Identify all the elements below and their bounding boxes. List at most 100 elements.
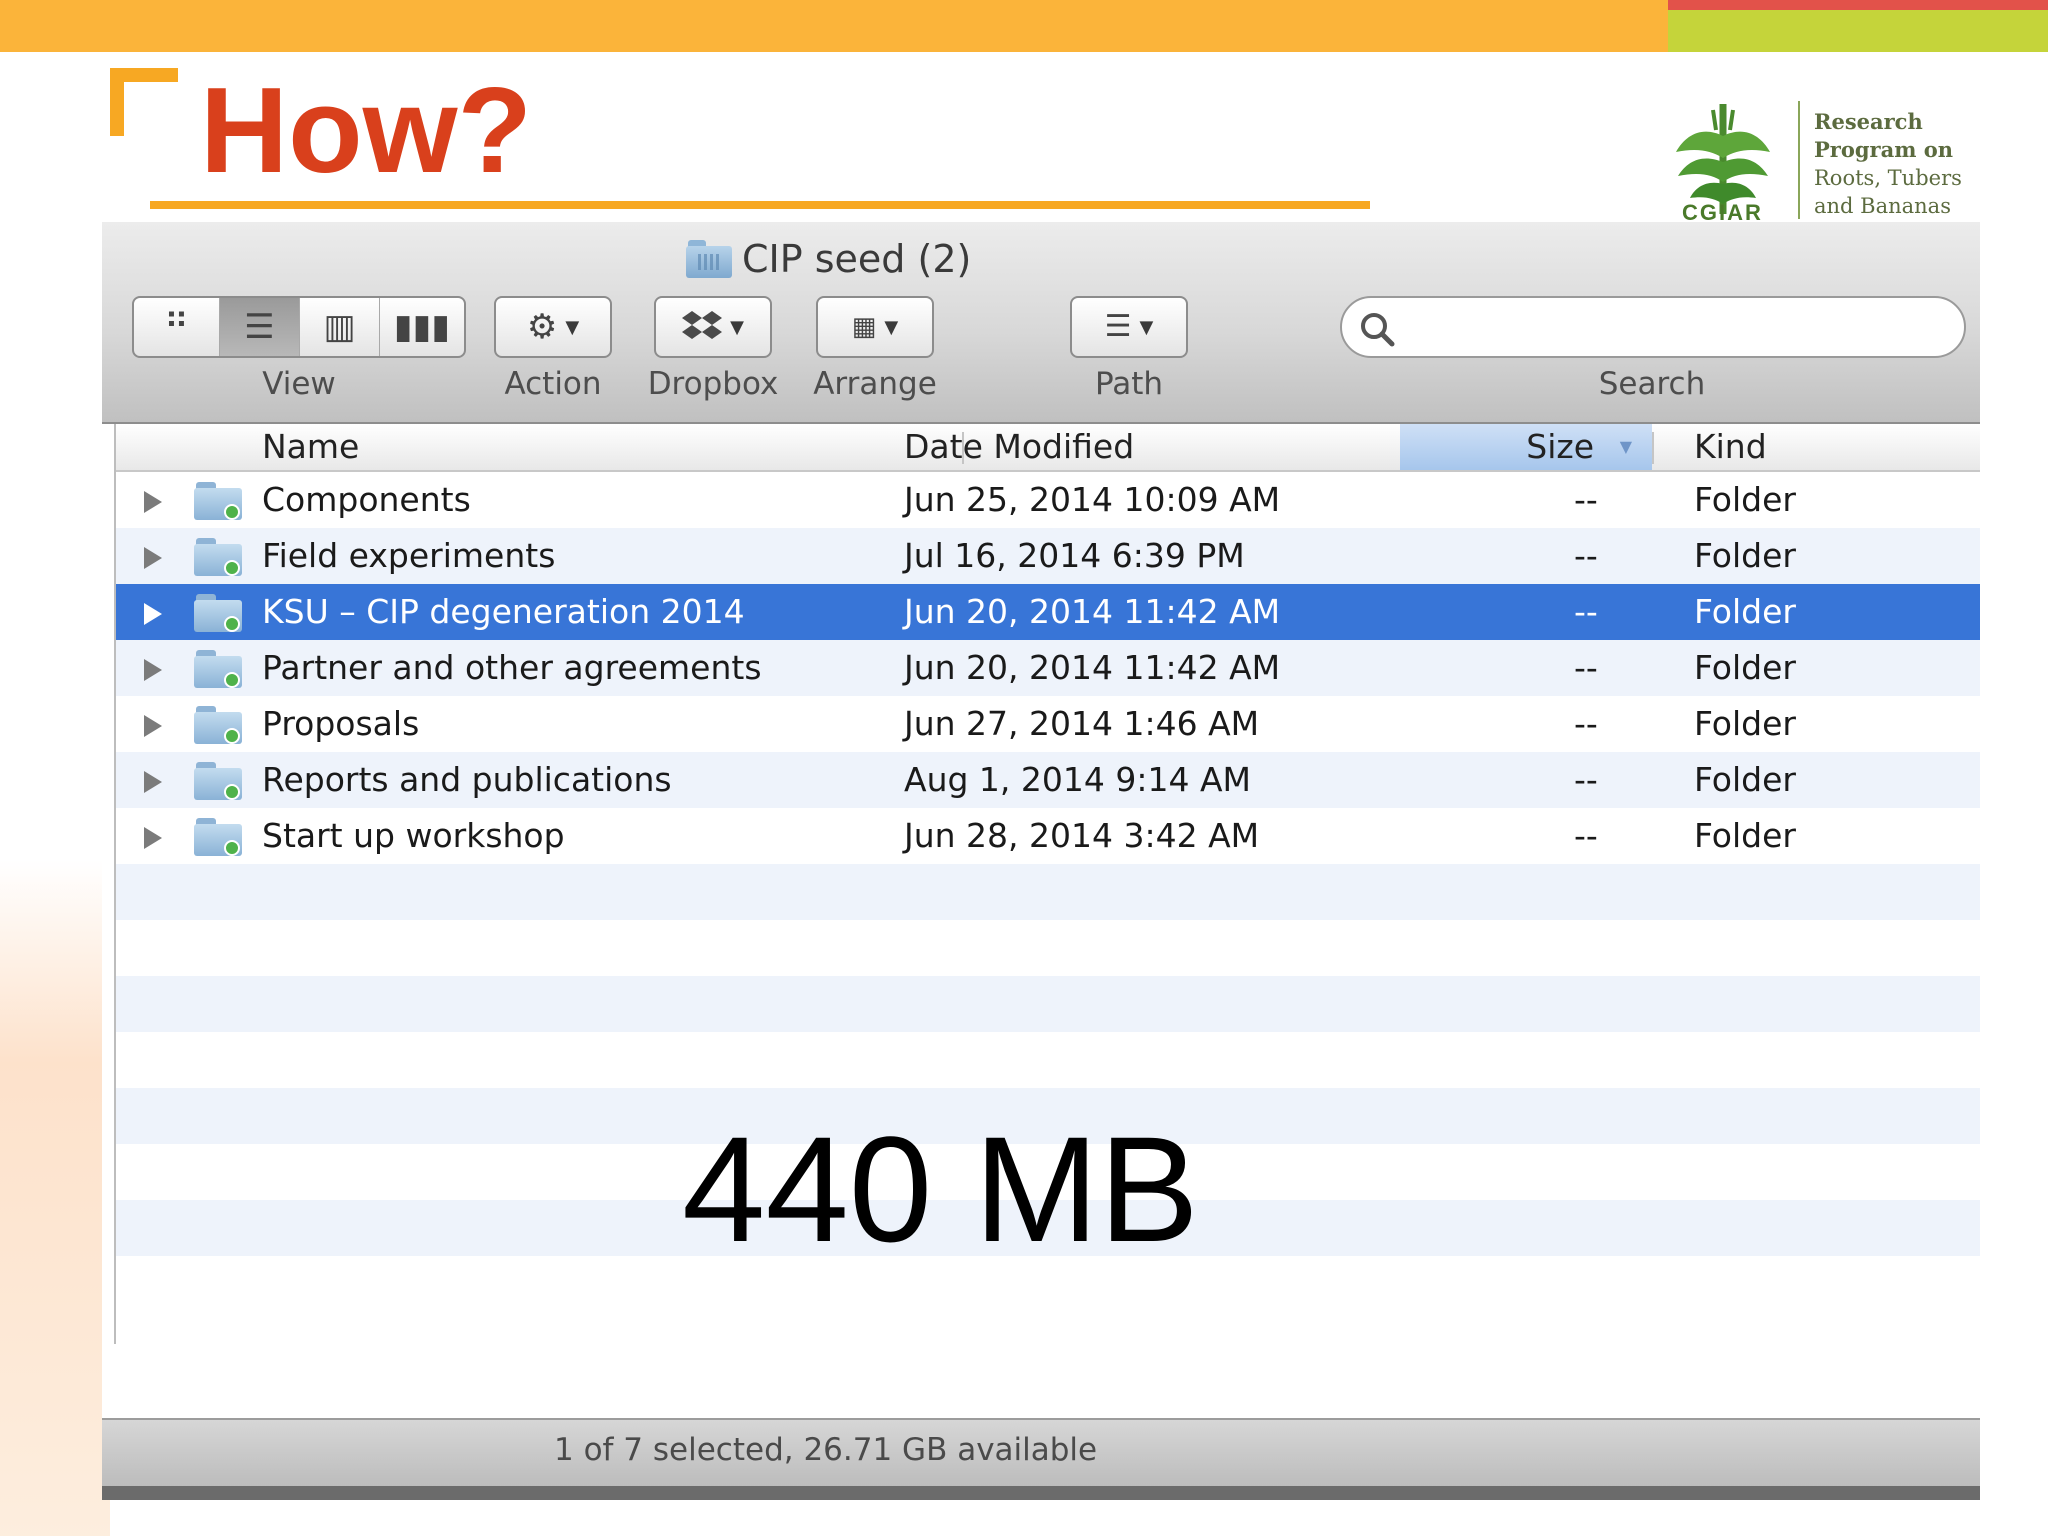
disclosure-triangle-icon[interactable] [144,659,162,681]
sync-check-icon [224,616,240,632]
item-date-modified: Jun 25, 2014 10:09 AM [904,480,1281,519]
item-kind: Folder [1694,704,1796,743]
column-separator [1652,432,1654,464]
folder-icon [194,538,242,576]
column-header-name[interactable]: Name [262,424,359,470]
list-item[interactable]: Partner and other agreements Jun 20, 2014… [116,640,1980,696]
list-item[interactable]: Proposals Jun 27, 2014 1:46 AM -- Folder [116,696,1980,752]
disclosure-triangle-icon[interactable] [144,603,162,625]
finder-toolbar: CIP seed (2) ⠛ ☰ ▥ ▮▮▮ View ⚙ ▼ Action ▼… [102,222,1980,424]
list-header: Name Date Modified Size ▼ Kind [116,424,1980,472]
disclosure-triangle-icon[interactable] [144,491,162,513]
item-name: Start up workshop [262,816,565,855]
empty-row [116,976,1980,1032]
folder-icon [194,482,242,520]
slide-top-band-green [1668,10,2048,52]
path-label: Path [1094,366,1164,402]
logo-text: Research Program on Roots, Tubers and Ba… [1814,108,1962,220]
search-field[interactable] [1340,296,1966,358]
search-icon [1361,313,1395,347]
dropbox-icon [682,311,723,339]
sort-descending-icon: ▼ [1619,437,1632,456]
list-item[interactable]: Reports and publications Aug 1, 2014 9:14… [116,752,1980,808]
logo-line-4: and Bananas [1814,194,1951,218]
disclosure-triangle-icon[interactable] [144,547,162,569]
list-item[interactable]: Field experiments Jul 16, 2014 6:39 PM -- F… [116,528,1980,584]
list-view-button[interactable]: ☰ [220,298,300,356]
logo-divider [1798,101,1800,219]
item-date-modified: Jun 20, 2014 11:42 AM [904,592,1281,631]
action-label: Action [504,366,602,402]
icon-view-button[interactable]: ⠛ [134,298,220,356]
item-date-modified: Aug 1, 2014 9:14 AM [904,760,1252,799]
dropbox-button[interactable]: ▼ [654,296,772,358]
item-kind: Folder [1694,760,1796,799]
item-kind: Folder [1694,480,1796,519]
disclosure-triangle-icon[interactable] [144,771,162,793]
chevron-down-icon: ▼ [565,316,580,338]
column-header-size-label: Size [1526,427,1594,466]
item-size: -- [1574,648,1598,687]
chevron-down-icon: ▼ [1139,316,1154,338]
item-date-modified: Jun 27, 2014 1:46 AM [904,704,1260,743]
status-text: 1 of 7 selected, 26.71 GB available [554,1432,1098,1468]
status-bar: 1 of 7 selected, 26.71 GB available [102,1418,1980,1500]
chevron-down-icon: ▼ [884,316,899,338]
list-item[interactable]: KSU – CIP degeneration 2014 Jun 20, 2014 … [116,584,1980,640]
item-name: Components [262,480,471,519]
folder-icon [194,650,242,688]
folder-icon [686,240,732,278]
item-size: -- [1574,592,1598,631]
gear-icon: ⚙ [526,307,558,347]
sync-check-icon [224,728,240,744]
disclosure-triangle-icon[interactable] [144,827,162,849]
item-name: Proposals [262,704,420,743]
search-label: Search [1598,366,1706,402]
path-button[interactable]: ☰ ▼ [1070,296,1188,358]
item-name: KSU – CIP degeneration 2014 [262,592,745,631]
finder-window: CIP seed (2) ⠛ ☰ ▥ ▮▮▮ View ⚙ ▼ Action ▼… [102,222,1980,1500]
search-input[interactable] [1410,308,1950,348]
window-title: CIP seed (2) [686,232,971,286]
item-size: -- [1574,480,1598,519]
item-size: -- [1574,704,1598,743]
folder-icon [194,594,242,632]
sync-check-icon [224,672,240,688]
action-button[interactable]: ⚙ ▼ [494,296,612,358]
sync-check-icon [224,840,240,856]
column-header-date-modified[interactable]: Date Modified [904,424,1134,470]
item-kind: Folder [1694,648,1796,687]
list-item[interactable]: Components Jun 25, 2014 10:09 AM -- Folder [116,472,1980,528]
status-bar-bottom-edge [102,1486,1980,1500]
columns-icon: ▥ [323,307,356,347]
disclosure-triangle-icon[interactable] [144,715,162,737]
item-date-modified: Jun 20, 2014 11:42 AM [904,648,1281,687]
logo-line-3: Roots, Tubers [1814,166,1962,190]
arrange-button[interactable]: ▦ ▼ [816,296,934,358]
column-header-kind[interactable]: Kind [1694,424,1767,470]
column-view-button[interactable]: ▥ [300,298,380,356]
arrange-grid-icon: ▦ [851,312,877,342]
list-item[interactable]: Start up workshop Jun 28, 2014 3:42 AM -- F… [116,808,1980,864]
title-underline [150,201,1370,209]
logo-line-2: Program on [1814,137,1954,162]
item-date-modified: Jul 16, 2014 6:39 PM [904,536,1245,575]
slide-side-decoration [0,860,110,1536]
column-header-size[interactable]: Size ▼ [1400,424,1652,470]
empty-row [116,864,1980,920]
coverflow-view-button[interactable]: ▮▮▮ [380,298,464,356]
view-label: View [262,366,336,402]
folder-icon [194,762,242,800]
list-icon: ☰ [244,307,275,347]
folder-icon [194,818,242,856]
item-date-modified: Jun 28, 2014 3:42 AM [904,816,1260,855]
item-kind: Folder [1694,816,1796,855]
item-size: -- [1574,760,1598,799]
sync-check-icon [224,504,240,520]
empty-row [116,920,1980,976]
title-bracket [110,68,178,136]
coverflow-icon: ▮▮▮ [393,307,451,347]
folder-icon [194,706,242,744]
item-name: Reports and publications [262,760,672,799]
slide-top-band-red [1668,0,2048,10]
